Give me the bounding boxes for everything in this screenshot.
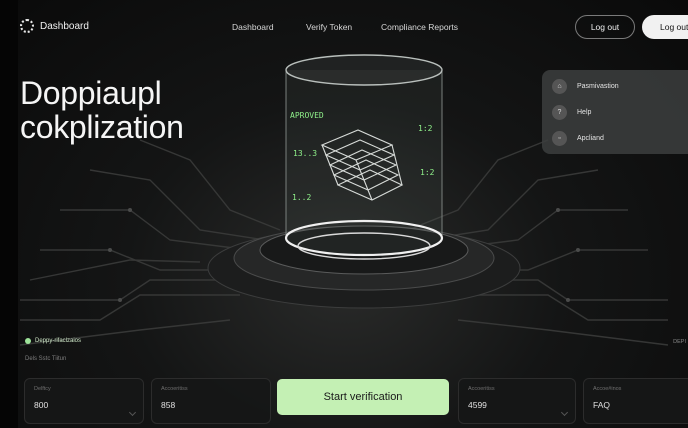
- title-line-1: Doppiaupl: [20, 75, 162, 111]
- title-line-2: cokplization: [20, 109, 184, 145]
- logo-text: Dashboard: [40, 20, 89, 32]
- page-title: Doppiaupl cokplization: [20, 76, 184, 144]
- card-label: Delftcy: [34, 386, 51, 392]
- account-menu: ⌂ Pasmivastion ? Help ▫ Apcliand: [542, 70, 688, 154]
- status-dot-icon: [25, 338, 31, 344]
- square-icon: ▫: [552, 131, 567, 146]
- approved-label: APROVED: [290, 111, 324, 120]
- help-icon: ?: [552, 105, 567, 120]
- menu-item-label: Apcliand: [577, 135, 604, 142]
- menu-item-label: Pasmivastion: [577, 83, 619, 90]
- holo-label-d: 1:2: [420, 168, 435, 177]
- stat-card-delftcy[interactable]: Delftcy 800: [24, 378, 144, 424]
- logout-outline-button[interactable]: Log out: [575, 15, 635, 39]
- stat-card-accoeritiss-2[interactable]: Accoeritiss 4599: [458, 378, 576, 424]
- status-title: Deppy-rifaclzaios: [35, 338, 82, 344]
- nav-verify-token[interactable]: Verify Token: [306, 22, 352, 32]
- card-value: 800: [34, 400, 49, 410]
- card-label: Accoeritiss: [468, 386, 495, 392]
- logo[interactable]: Dashboard: [20, 19, 89, 33]
- nav-dashboard[interactable]: Dashboard: [232, 22, 274, 32]
- holo-label-a: 13..3: [293, 149, 317, 158]
- menu-item-apcliand[interactable]: ▫ Apcliand: [552, 131, 604, 146]
- stat-card-faq[interactable]: Accoe#inos FAQ: [583, 378, 688, 424]
- logout-button[interactable]: Log out: [642, 15, 688, 39]
- page: APROVED 13..3 1..2 1:2 1:2 Dashboard Das…: [0, 0, 688, 428]
- home-icon: ⌂: [552, 79, 567, 94]
- status-subtitle: Dels Sstc Tiitun: [25, 356, 67, 362]
- chevron-down-icon: [128, 408, 137, 417]
- menu-item-help[interactable]: ? Help: [552, 105, 591, 120]
- menu-item-label: Help: [577, 109, 592, 116]
- chevron-down-icon: [560, 408, 569, 417]
- holo-label-c: 1:2: [418, 124, 433, 133]
- card-label: Accoeritiss: [161, 386, 188, 392]
- menu-item-pasmivastion[interactable]: ⌂ Pasmivastion: [552, 79, 619, 94]
- left-edge: [0, 0, 18, 428]
- card-label: Accoe#inos: [593, 386, 622, 392]
- status-right-tag: DEPI: [673, 339, 686, 345]
- logo-icon: [20, 19, 34, 33]
- card-value: 4599: [468, 400, 487, 410]
- holo-label-b: 1..2: [292, 193, 311, 202]
- nav-compliance-reports[interactable]: Compliance Reports: [381, 22, 458, 32]
- status-line: Deppy-rifaclzaios: [25, 338, 81, 344]
- start-verification-button[interactable]: Start verification: [277, 379, 449, 415]
- card-value: FAQ: [593, 400, 611, 410]
- card-value: 858: [161, 400, 176, 410]
- stat-card-accoeritiss[interactable]: Accoeritiss 858: [151, 378, 271, 424]
- circuit-background: APROVED 13..3 1..2 1:2 1:2: [19, 54, 669, 346]
